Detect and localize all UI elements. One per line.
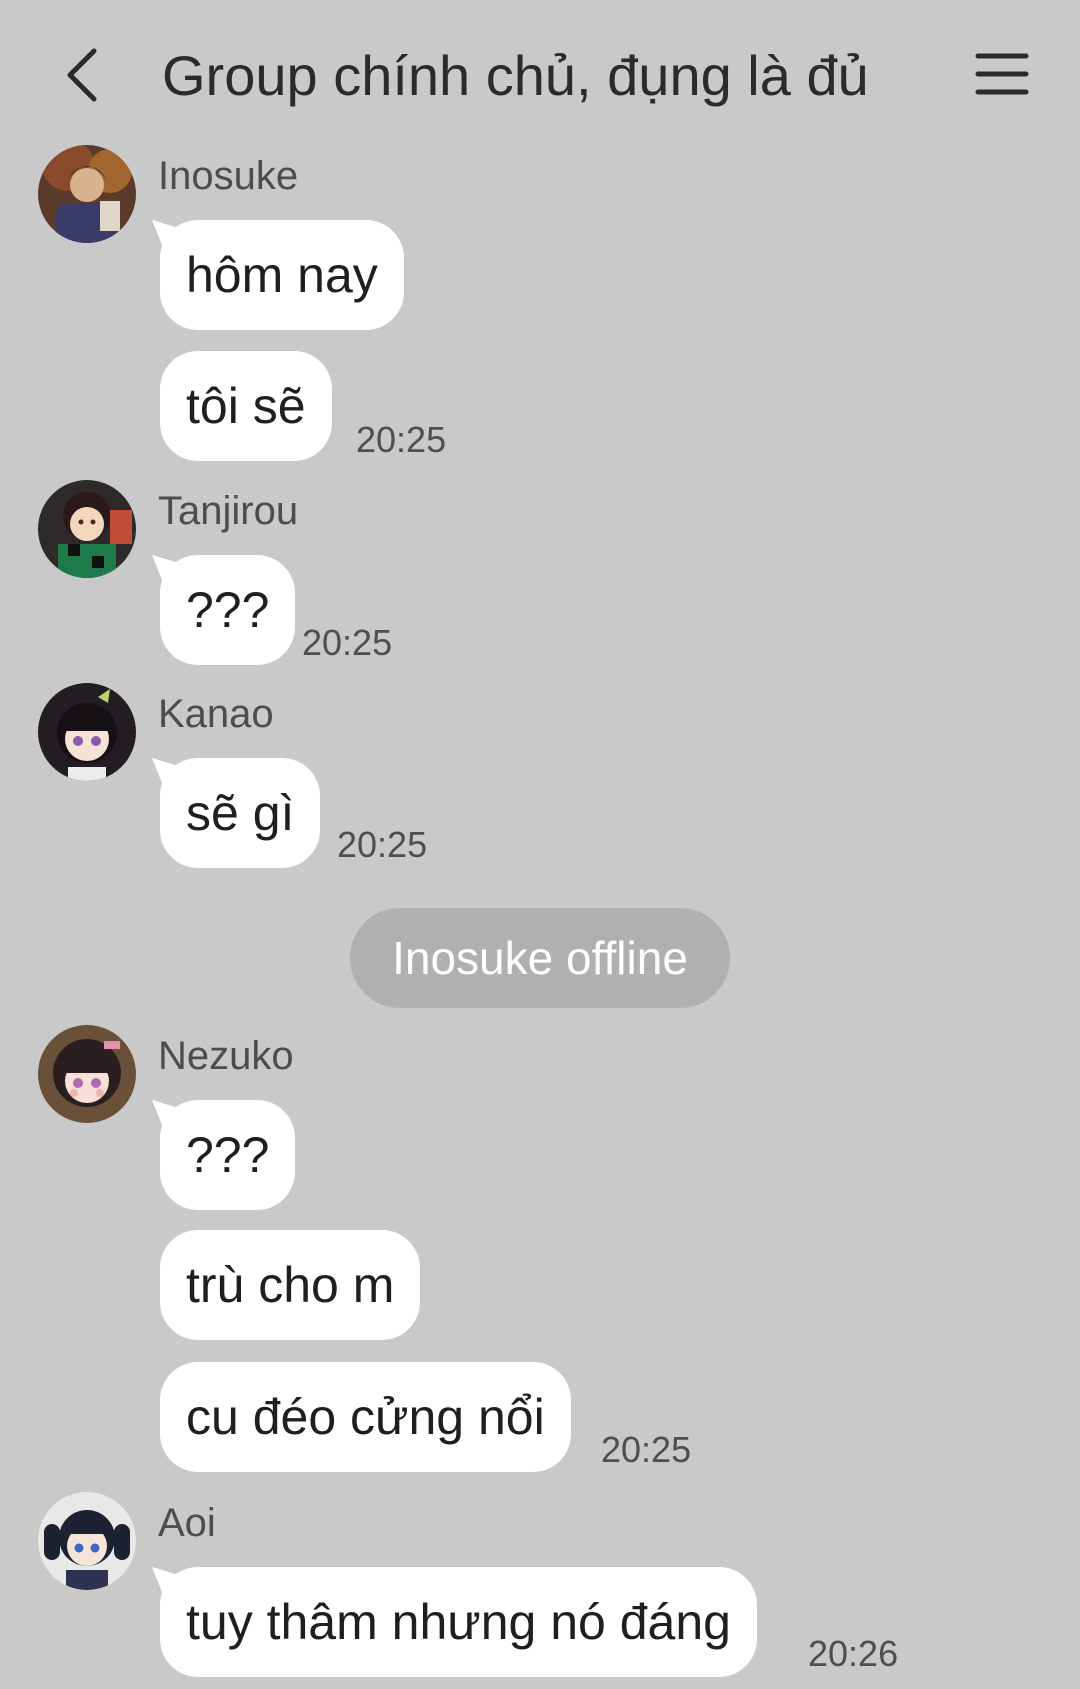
sender-name: Aoi — [158, 1501, 216, 1545]
message-bubble[interactable]: tôi sẽ — [160, 351, 332, 461]
message-time: 20:25 — [356, 419, 447, 460]
back-button[interactable] — [52, 40, 112, 110]
sender-name: Tanjirou — [158, 489, 299, 533]
message-time: 20:26 — [808, 1633, 899, 1674]
menu-button[interactable] — [970, 42, 1034, 106]
message-bubble[interactable]: ??? — [160, 555, 296, 665]
sender-name: Nezuko — [158, 1034, 294, 1078]
message-bubble[interactable]: trù cho m — [160, 1230, 421, 1340]
message-bubble[interactable]: ??? — [160, 1100, 296, 1210]
avatar-tanjirou[interactable] — [38, 480, 136, 578]
message-time: 20:25 — [601, 1429, 692, 1470]
avatar-nezuko[interactable] — [38, 1025, 136, 1123]
message-bubble[interactable]: tuy thâm nhưng nó đáng — [160, 1567, 757, 1677]
avatar-aoi[interactable] — [38, 1492, 136, 1590]
sender-name: Inosuke — [158, 154, 299, 198]
message-bubble[interactable]: sẽ gì — [160, 758, 321, 868]
avatar-inosuke[interactable] — [38, 145, 136, 243]
chat-header: Group chính chủ, đụng là đủ — [0, 0, 1080, 150]
message-time: 20:25 — [302, 622, 393, 663]
chat-title: Group chính chủ, đụng là đủ — [162, 44, 869, 107]
message-bubble[interactable]: hôm nay — [160, 220, 404, 330]
sender-name: Kanao — [158, 692, 274, 736]
avatar-kanao[interactable] — [38, 683, 136, 781]
message-bubble[interactable]: cu đéo cửng nổi — [160, 1362, 571, 1472]
chevron-left-icon — [67, 48, 97, 102]
system-notice: Inosuke offline — [350, 908, 730, 1008]
hamburger-menu-icon — [975, 53, 1029, 95]
message-time: 20:25 — [337, 824, 428, 865]
